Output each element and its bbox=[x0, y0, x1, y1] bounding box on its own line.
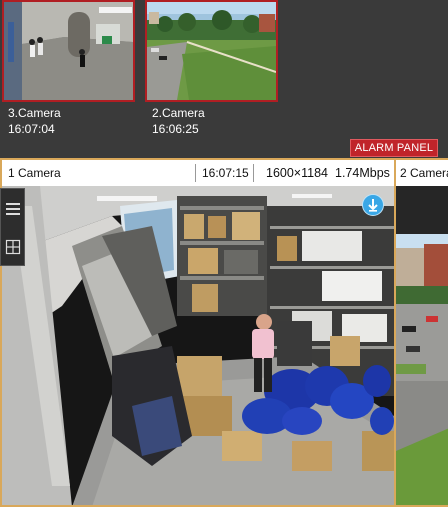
camera-video-2[interactable] bbox=[396, 186, 448, 505]
grid-layout-icon[interactable] bbox=[5, 239, 21, 255]
camera-bitrate-1: 1.74Mbps bbox=[335, 166, 390, 180]
alarm-panel-button[interactable]: ALARM PANEL bbox=[350, 139, 438, 157]
alarm-strip: 3.Camera 16:07:04 2.Camera 16:06:25 ALAR… bbox=[0, 0, 448, 158]
alarm-snapshot-2 bbox=[147, 2, 276, 100]
alarm-snapshot-3 bbox=[4, 2, 133, 100]
alarm-camera-label-3: 3.Camera bbox=[8, 106, 61, 120]
warehouse-feed bbox=[2, 186, 394, 505]
parking-lot-feed bbox=[396, 186, 448, 505]
camera-tile-2[interactable]: 2 Camera bbox=[394, 158, 448, 507]
camera-tile-1[interactable]: 1 Camera 16:07:15 1600×1184 1.74Mbps bbox=[0, 158, 396, 507]
alarm-time-3: 16:07:04 bbox=[8, 122, 55, 136]
header-divider bbox=[195, 164, 196, 182]
camera-resolution-1: 1600×1184 bbox=[266, 166, 328, 180]
camera-header-2: 2 Camera bbox=[396, 160, 448, 186]
camera-header-1: 1 Camera 16:07:15 1600×1184 1.74Mbps bbox=[2, 160, 394, 186]
header-divider bbox=[253, 164, 254, 182]
menu-icon[interactable] bbox=[5, 201, 21, 217]
alarm-time-2: 16:06:25 bbox=[152, 122, 199, 136]
camera-time-1: 16:07:15 bbox=[202, 166, 249, 180]
alarm-camera-label-2: 2.Camera bbox=[152, 106, 205, 120]
alarm-thumbnail-2[interactable] bbox=[145, 0, 278, 102]
ptz-arrow-down-icon[interactable] bbox=[362, 194, 384, 216]
camera-name-1: 1 Camera bbox=[8, 166, 61, 180]
alarm-thumbnail-3[interactable] bbox=[2, 0, 135, 102]
side-toolbar bbox=[0, 188, 25, 266]
camera-video-1[interactable] bbox=[2, 186, 394, 505]
camera-name-2: 2 Camera bbox=[400, 166, 448, 180]
